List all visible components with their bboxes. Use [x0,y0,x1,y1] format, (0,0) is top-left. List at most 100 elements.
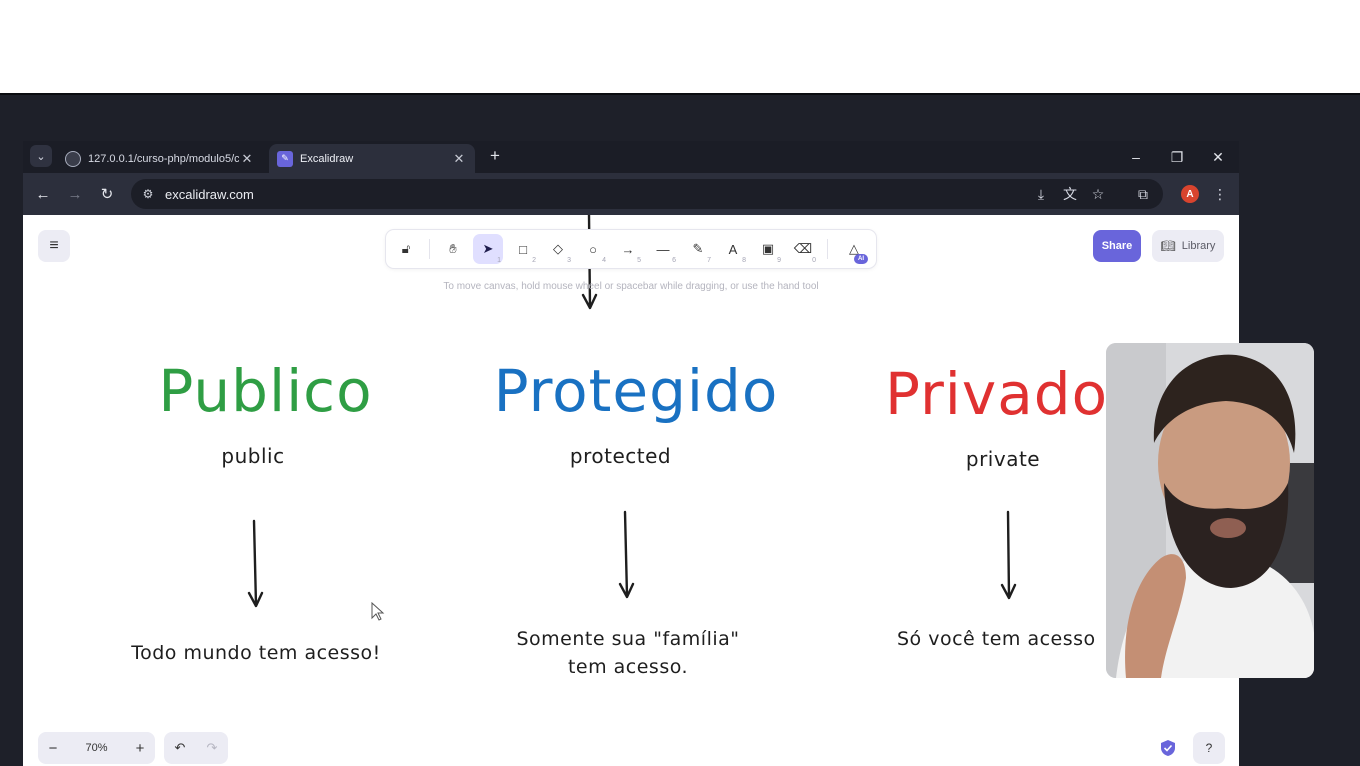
eraser-icon: ⌫ [793,241,813,256]
site-info-icon[interactable]: ⚙ [139,187,157,201]
shortcut-key: 0 [812,257,816,264]
arrow-public [247,519,264,608]
zoom-out-button[interactable]: − [38,740,68,757]
hand-icon: ✋︎ [449,241,457,256]
line-icon: — [656,241,670,257]
minimize-button[interactable]: – [1123,147,1149,167]
shortcut-key: 7 [707,257,711,264]
tab-excalidraw[interactable]: ✎ Excalidraw ✕ [269,144,475,173]
arrow-private [1000,510,1017,600]
tab-close-icon[interactable]: ✕ [451,151,467,167]
install-app-icon[interactable]: ⤓ [1030,183,1052,205]
subtitle-public[interactable]: public [193,444,313,468]
shortcut-key: 1 [497,257,501,264]
chevron-down-icon: ⌄ [36,150,46,163]
new-tab-button[interactable]: + [485,146,505,166]
extensions-icon[interactable]: ⧉ [1132,183,1154,205]
library-label: Library [1181,240,1216,252]
arrow-tool-button[interactable]: → 5 [613,234,643,265]
description-publico[interactable]: Todo mundo tem acesso! [106,639,406,667]
profile-avatar[interactable]: A [1181,185,1199,203]
zoom-in-button[interactable]: + [125,740,155,757]
drawing-layer [247,215,1017,608]
tab-close-icon[interactable]: ✕ [239,151,255,167]
library-button[interactable]: 📖︎ Library [1152,230,1224,262]
reload-button[interactable]: ↻ [96,183,118,205]
tab-search-button[interactable]: ⌄ [30,145,52,167]
rectangle-icon: □ [519,241,527,257]
title-protegido[interactable]: Protegido [471,357,801,425]
book-icon: 📖︎ [1160,239,1176,253]
webcam-overlay [1106,343,1314,678]
shape-toolbar: 🔓︎ ✋︎ ➤ 1 □ 2 ◇ 3 ○ 4 → 5 —6 ✎ 7 A8 ▣ 9 ⌫ 0 △ AI [386,230,876,268]
bookmark-star-icon[interactable]: ☆ [1087,183,1109,205]
subtitle-private[interactable]: private [948,447,1058,471]
description-protegido-line2[interactable]: tem acesso. [533,653,723,681]
shortcut-key: 6 [672,257,676,264]
rectangle-tool-button[interactable]: □ 2 [508,234,538,265]
close-window-button[interactable]: ✕ [1205,147,1231,167]
shortcut-key: 9 [777,257,781,264]
image-icon: ▣ [761,241,775,256]
hamburger-icon: ≡ [49,237,59,254]
arrow-right-icon: → [67,185,83,203]
shortcut-key: 3 [567,257,571,264]
draw-tool-button[interactable]: ✎ 7 [683,234,713,264]
tab-title: Excalidraw [300,152,354,165]
restore-button[interactable]: ❐ [1164,147,1190,167]
subtitle-protected[interactable]: protected [553,444,688,468]
title-publico[interactable]: Publico [138,357,393,425]
canvas-hint: To move canvas, hold mouse wheel or spac… [443,281,819,292]
tab-strip: ⌄ 127.0.0.1/curso-php/modulo5/c ✕ ✎ Exca… [23,141,1239,173]
shortcut-key: 2 [532,257,536,264]
ellipse-tool-button[interactable]: ○ 4 [578,234,608,265]
diamond-tool-button[interactable]: ◇ 3 [543,234,573,264]
browser-toolbar: ← → ↻ ⚙ excalidraw.com ⤓ 文 ☆ ⧉ A ⋮ [23,173,1239,215]
browser-menu-icon[interactable]: ⋮ [1209,183,1231,205]
pointer-icon: ➤ [482,241,494,256]
browser-window: ⌄ 127.0.0.1/curso-php/modulo5/c ✕ ✎ Exca… [23,141,1239,766]
text-icon: A [728,241,738,257]
undo-redo-controls: ↶ ↷ [164,732,228,764]
share-button[interactable]: Share [1093,230,1141,262]
arrow-left-icon: ← [35,185,51,203]
shortcut-key: 8 [742,257,746,264]
ai-badge: AI [854,254,868,264]
help-button[interactable]: ? [1193,732,1225,764]
forward-button[interactable]: → [64,183,86,205]
excalidraw-canvas[interactable]: Publico public Todo mundo tem acesso! Pr… [23,215,1239,766]
shortcut-key: 5 [637,257,641,264]
tab-localhost[interactable]: 127.0.0.1/curso-php/modulo5/c ✕ [57,144,263,173]
zoom-level[interactable]: 70% [68,742,125,754]
undo-button[interactable]: ↶ [164,740,196,756]
tab-title: 127.0.0.1/curso-php/modulo5/c [88,152,239,165]
reload-icon: ↻ [100,186,114,203]
back-button[interactable]: ← [32,183,54,205]
description-protegido-line1[interactable]: Somente sua "família" [483,625,773,653]
text-tool-button[interactable]: A8 [718,234,748,265]
pencil-icon: ✎ [692,241,704,256]
hand-tool-button[interactable]: ✋︎ [438,234,468,264]
redo-button[interactable]: ↷ [196,740,228,756]
line-tool-button[interactable]: —6 [648,234,678,265]
diamond-icon: ◇ [553,241,563,256]
arrow-protected [618,510,635,599]
image-tool-button[interactable]: ▣ 9 [753,234,783,264]
shield-icon[interactable] [1159,739,1177,757]
excalidraw-icon: ✎ [277,150,293,167]
mouse-cursor-icon [371,602,385,621]
translate-icon[interactable]: 文 [1059,183,1081,205]
presenter-video [1106,343,1314,678]
main-menu-button[interactable]: ≡ [38,230,70,262]
shortcut-key: 4 [602,257,606,264]
address-bar[interactable]: ⚙ excalidraw.com [131,179,1163,209]
toolbar-divider [827,239,828,259]
question-icon: ? [1205,741,1213,755]
selection-tool-button[interactable]: ➤ 1 [473,234,503,264]
unlock-icon: 🔓︎ [401,241,411,256]
eraser-tool-button[interactable]: ⌫ 0 [788,234,818,264]
lock-tool-button[interactable]: 🔓︎ [391,234,421,264]
url-text: excalidraw.com [165,186,254,202]
circle-icon: ○ [589,241,597,257]
zoom-controls: − 70% + [38,732,155,764]
